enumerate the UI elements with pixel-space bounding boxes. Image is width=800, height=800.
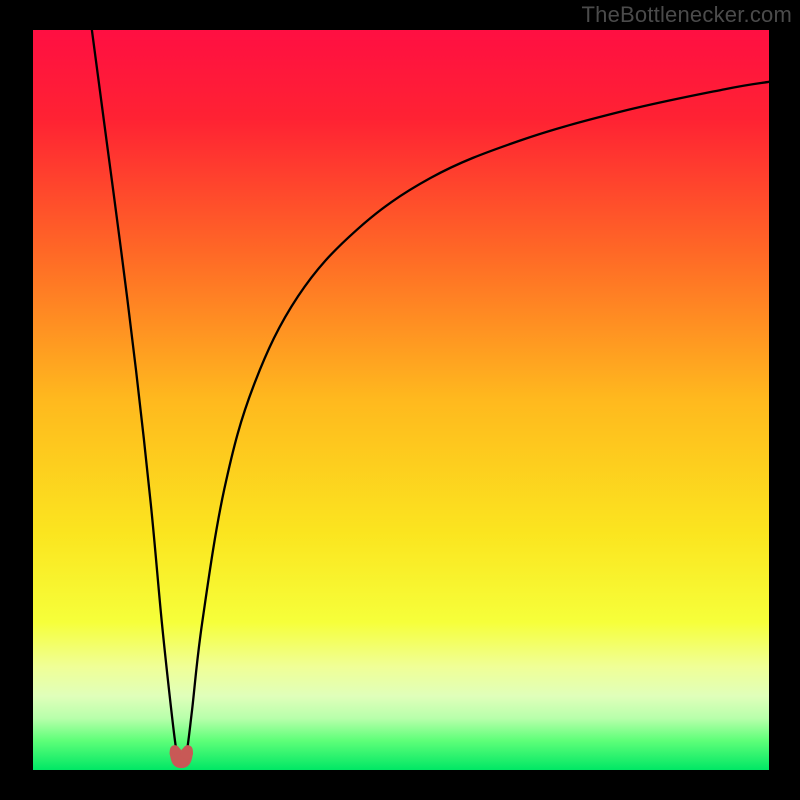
credit-text: TheBottlenecker.com <box>582 2 792 28</box>
stage: TheBottlenecker.com <box>0 0 800 800</box>
bottleneck-curve-path <box>92 30 769 765</box>
curve-svg <box>33 30 769 770</box>
marker-dot <box>181 747 193 759</box>
plot-area <box>33 30 769 770</box>
